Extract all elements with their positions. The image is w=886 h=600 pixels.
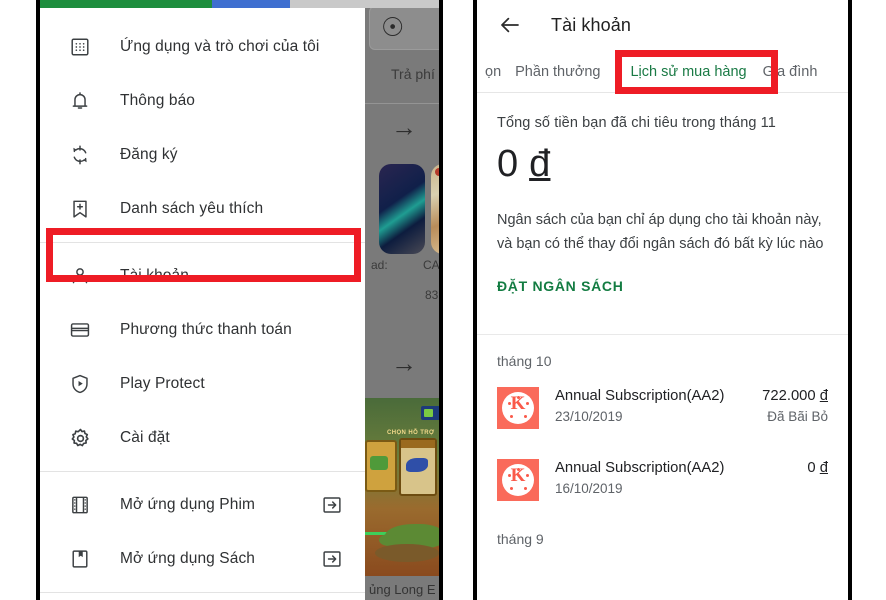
drawer-item-label: Play Protect	[120, 375, 205, 392]
game-badge-icon	[421, 406, 439, 420]
left-phone-screenshot: ☉ Trả phí → ad: CA 83 → CHỌN HỖ TRỢ ủng …	[36, 0, 443, 600]
bg-divider	[365, 103, 439, 104]
spend-amount: 0 đ	[477, 131, 848, 186]
app-thumbnail[interactable]	[379, 164, 425, 254]
app-bar: Tài khoản	[477, 0, 848, 50]
drawer-item-payment-methods[interactable]: Phương thức thanh toán	[40, 303, 365, 357]
bg-snippet-ca: CA	[423, 258, 440, 272]
transaction-date: 16/10/2019	[555, 481, 623, 496]
drawer-item-notifications[interactable]: Thông báo	[40, 74, 365, 128]
transaction-status: Đã Bãi Bỏ	[767, 409, 828, 424]
drawer-item-label: Thông báo	[120, 92, 196, 109]
bell-icon	[62, 86, 98, 116]
dimmed-app-strip: ☉ Trả phí → ad: CA 83 → CHỌN HỖ TRỢ ủng …	[365, 0, 440, 600]
tab-bar: ọn Phần thưởng Lịch sử mua hàng Gia đình	[477, 50, 848, 93]
drawer-item-label: Đăng ký	[120, 146, 178, 163]
play-protect-shield-icon	[62, 369, 98, 399]
person-icon	[62, 261, 98, 291]
bg-snippet-83: 83	[425, 288, 439, 302]
credit-card-icon	[62, 315, 98, 345]
spend-amount-value: 0	[497, 143, 519, 185]
spend-summary-label: Tổng số tiền bạn đã chi tiêu trong tháng…	[497, 115, 776, 131]
drawer-item-label: Cài đặt	[120, 429, 170, 446]
stripe-gray	[290, 0, 439, 8]
drawer-item-label: Mở ứng dụng Phim	[120, 496, 256, 513]
transaction-date: 23/10/2019	[555, 409, 623, 424]
app-thumbnail[interactable]	[431, 164, 439, 254]
drawer-divider	[40, 592, 365, 593]
drawer-divider	[40, 242, 365, 243]
drawer-item-label: Phương thức thanh toán	[120, 321, 292, 338]
tab-family[interactable]: Gia đình	[763, 64, 832, 92]
open-external-icon[interactable]	[321, 494, 343, 516]
drawer-item-account[interactable]: Tài khoản	[40, 249, 365, 303]
bookmark-plus-icon	[62, 194, 98, 224]
paid-label: Trả phí	[391, 66, 435, 82]
microphone-icon[interactable]: ☉	[381, 12, 404, 43]
book-icon	[62, 544, 98, 574]
tab-truncated-left[interactable]: ọn	[477, 64, 515, 92]
transaction-row[interactable]: K Annual Subscription(AA2) 16/10/2019 0 …	[477, 429, 848, 501]
drawer-item-my-apps[interactable]: Ứng dụng và trò chơi của tôi	[40, 20, 365, 74]
transaction-row[interactable]: K Annual Subscription(AA2) 23/10/2019 72…	[477, 369, 848, 429]
refresh-subscription-icon	[62, 140, 98, 170]
right-phone-screenshot: Tài khoản ọn Phần thưởng Lịch sử mua hàn…	[473, 0, 852, 600]
game-card	[365, 440, 397, 492]
spend-amount-currency: đ	[529, 143, 551, 185]
game-ground	[375, 544, 439, 562]
budget-button-row: ĐẶT NGÂN SÁCH	[477, 256, 848, 296]
arrow-right-icon[interactable]: →	[391, 350, 417, 376]
arrow-left-icon[interactable]	[497, 12, 523, 38]
open-external-icon[interactable]	[321, 548, 343, 570]
drawer-item-label: Danh sách yêu thích	[120, 200, 264, 217]
drawer-item-subscriptions[interactable]: Đăng ký	[40, 128, 365, 182]
bg-snippet-ad: ad:	[371, 258, 388, 272]
transaction-amount: 722.000 đ	[762, 388, 828, 404]
month-heading-next: tháng 9	[497, 531, 544, 547]
drawer-item-open-movies-app[interactable]: Mở ứng dụng Phim	[40, 478, 365, 532]
kinemaster-app-icon: K	[497, 459, 539, 501]
drawer-item-play-protect[interactable]: Play Protect	[40, 357, 365, 411]
kinemaster-app-icon: K	[497, 387, 539, 429]
page-title: Tài khoản	[551, 14, 631, 35]
status-bar-stripes	[40, 0, 439, 8]
tab-purchase-history[interactable]: Lịch sử mua hàng	[614, 64, 762, 92]
drawer-divider	[40, 471, 365, 472]
game-banner-title: CHỌN HỖ TRỢ	[387, 430, 435, 436]
budget-note: Ngân sách của bạn chỉ áp dụng cho tài kh…	[497, 212, 824, 252]
month-heading: tháng 10	[497, 353, 552, 369]
transaction-title: Annual Subscription(AA2)	[555, 388, 725, 404]
apps-grid-icon	[62, 32, 98, 62]
tab-rewards[interactable]: Phần thưởng	[515, 64, 614, 92]
drawer-item-label: Tài khoản	[120, 267, 189, 284]
set-budget-button[interactable]: ĐẶT NGÂN SÁCH	[477, 256, 644, 294]
stripe-blue	[212, 0, 290, 8]
drawer-item-label: Ứng dụng và trò chơi của tôi	[120, 38, 320, 55]
gear-icon	[62, 423, 98, 453]
arrow-right-icon[interactable]: →	[391, 114, 417, 140]
transaction-title: Annual Subscription(AA2)	[555, 460, 725, 476]
bg-app-name: ủng Long E	[369, 582, 436, 597]
transaction-amount: 0 đ	[807, 460, 828, 476]
drawer-item-settings[interactable]: Cài đặt	[40, 411, 365, 465]
drawer-item-label: Mở ứng dụng Sách	[120, 550, 256, 567]
game-banner-image[interactable]: CHỌN HỖ TRỢ	[365, 398, 439, 576]
film-strip-icon	[62, 490, 98, 520]
stripe-green	[40, 0, 220, 8]
drawer-item-wishlist[interactable]: Danh sách yêu thích	[40, 182, 365, 236]
navigation-drawer: Ứng dụng và trò chơi của tôi Thông báo Đ…	[40, 8, 365, 600]
drawer-item-open-books-app[interactable]: Mở ứng dụng Sách	[40, 532, 365, 586]
game-card	[399, 438, 437, 496]
